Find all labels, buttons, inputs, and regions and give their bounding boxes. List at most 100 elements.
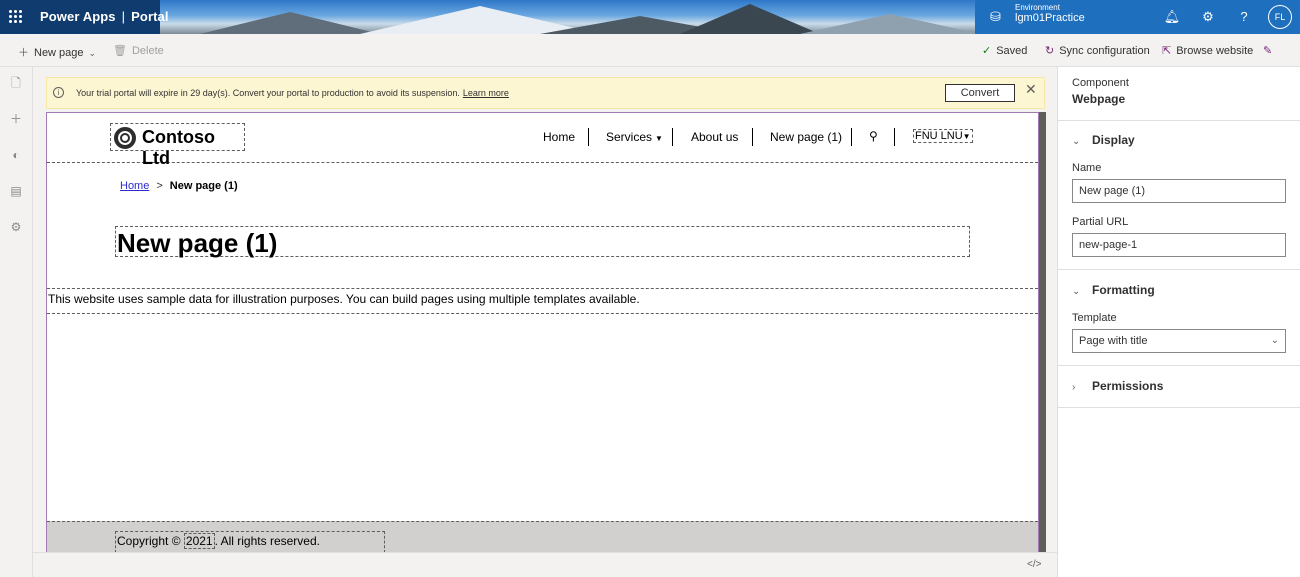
partial-url-label: Partial URL	[1072, 216, 1129, 228]
breadcrumb-separator: >	[156, 180, 163, 192]
name-label: Name	[1072, 162, 1102, 174]
learn-more-link[interactable]: Learn more	[463, 88, 509, 98]
name-field[interactable]: New page (1)	[1072, 179, 1286, 203]
permissions-section-toggle[interactable]: › Permissions	[1072, 379, 1163, 393]
caret-down-icon: ▼	[962, 132, 971, 141]
help-icon[interactable]: ?	[1235, 8, 1253, 26]
nav-divider	[588, 128, 589, 146]
nav-divider	[672, 128, 673, 146]
component-label: Component	[1072, 77, 1129, 89]
breadcrumb-home-link[interactable]: Home	[120, 180, 149, 192]
gear-icon[interactable]: ⚙	[1199, 8, 1217, 26]
title-separator: |	[121, 9, 126, 24]
feedback-icon[interactable]: ✎	[1263, 44, 1272, 57]
section-divider	[1058, 407, 1300, 408]
header-banner-image	[160, 0, 980, 34]
sample-text-section[interactable]: This website uses sample data for illust…	[47, 288, 1038, 314]
notifications-icon[interactable]: 🔔︎	[1163, 8, 1181, 26]
nav-home[interactable]: Home	[543, 130, 575, 144]
sync-icon: ↻	[1045, 45, 1055, 57]
browse-label: Browse website	[1176, 45, 1254, 57]
chevron-right-icon: ›	[1072, 382, 1076, 393]
environment-name[interactable]: lgm01Practice	[1015, 12, 1085, 24]
canvas-scrollbar[interactable]	[1039, 112, 1046, 552]
page-title: New page (1)	[117, 228, 278, 258]
themes-icon[interactable]: ◐	[9, 148, 23, 162]
component-value: Webpage	[1072, 92, 1126, 106]
nav-services[interactable]: Services ▼	[606, 130, 663, 144]
copyright-prefix: Copyright ©	[117, 534, 181, 548]
nav-services-label: Services	[606, 130, 653, 144]
display-heading: Display	[1092, 133, 1135, 147]
nav-divider	[894, 128, 895, 146]
command-bar: ＋ New page ⌄ 🗑︎ Delete ✓ Saved ↻ Sync configu…	[0, 34, 1300, 67]
section-divider	[1058, 269, 1300, 270]
copyright-suffix: . All rights reserved.	[214, 534, 320, 548]
open-external-icon: ⇱	[1162, 45, 1172, 57]
saved-status: ✓ Saved	[982, 44, 1027, 57]
browse-website-button[interactable]: ⇱ Browse website	[1162, 44, 1253, 57]
environment-label: Environment	[1015, 3, 1060, 12]
settings-icon[interactable]: ⚙	[9, 220, 23, 234]
sync-label: Sync configuration	[1059, 45, 1150, 57]
environment-icon[interactable]: ⛁	[990, 10, 1004, 24]
template-label: Template	[1072, 312, 1117, 324]
delete-button[interactable]: 🗑︎ Delete	[113, 44, 164, 57]
info-icon: i	[53, 87, 64, 98]
power-apps-portal-studio: Power Apps | Portal ⛁ Environment lgm01Pra…	[0, 0, 1300, 577]
new-page-label: New page	[34, 47, 84, 59]
formatting-heading: Formatting	[1092, 283, 1155, 297]
chevron-down-icon: ⌄	[1270, 335, 1279, 346]
add-component-icon[interactable]: ＋	[9, 112, 23, 126]
search-icon[interactable]: ⚲	[869, 129, 878, 143]
app-title: Power Apps | Portal	[40, 9, 169, 24]
site-footer[interactable]: Copyright © 2021. All rights reserved.	[47, 521, 1038, 553]
canvas-status-bar: </>	[33, 552, 1057, 577]
template-value: Page with title	[1079, 335, 1148, 347]
copyright-year: 2021	[183, 533, 215, 549]
logo-ring-icon	[114, 127, 136, 149]
top-header: Power Apps | Portal ⛁ Environment lgm01Pra…	[0, 0, 1300, 34]
breadcrumb-current: New page (1)	[169, 180, 238, 192]
partial-url-field[interactable]: new-page-1	[1072, 233, 1286, 257]
chevron-down-icon: ⌄	[1072, 136, 1081, 147]
copyright-text[interactable]: Copyright © 2021. All rights reserved.	[115, 531, 385, 553]
trial-message: Your trial portal will expire in 29 day(…	[76, 88, 509, 98]
nav-divider	[851, 128, 852, 146]
app-name: Power Apps	[40, 9, 116, 24]
section-divider	[1058, 120, 1300, 121]
trial-notice-banner: i Your trial portal will expire in 29 da…	[46, 77, 1045, 109]
site-header[interactable]: Contoso Ltd Home Services ▼ About us New …	[47, 113, 1038, 168]
trial-message-text: Your trial portal will expire in 29 day(…	[76, 88, 460, 98]
chevron-down-icon: ⌄	[88, 48, 97, 58]
pages-icon[interactable]: 🗋︎	[9, 76, 23, 90]
templates-icon[interactable]: ▤	[9, 184, 23, 198]
sync-configuration-button[interactable]: ↻ Sync configuration	[1045, 44, 1150, 57]
nav-new-page[interactable]: New page (1)	[770, 130, 842, 144]
user-menu[interactable]: FNU LNU▼	[913, 129, 973, 143]
trash-icon: 🗑︎	[113, 45, 127, 57]
new-page-button[interactable]: ＋ New page ⌄	[18, 44, 96, 60]
display-section-toggle[interactable]: ⌄ Display	[1072, 133, 1135, 147]
breadcrumb: Home > New page (1)	[120, 180, 238, 192]
caret-down-icon: ▼	[655, 134, 663, 143]
plus-icon: ＋	[18, 47, 29, 59]
section-name: Portal	[131, 9, 169, 24]
section-divider	[1058, 365, 1300, 366]
site-logo[interactable]: Contoso Ltd	[110, 123, 245, 168]
permissions-heading: Permissions	[1092, 379, 1164, 393]
nav-divider	[752, 128, 753, 146]
app-launcher-icon[interactable]	[9, 10, 23, 24]
logo-text: Contoso Ltd	[142, 127, 215, 168]
left-rail: 🗋︎ ＋ ◐ ▤ ⚙	[0, 67, 33, 577]
convert-button[interactable]: Convert	[945, 84, 1015, 102]
page-title-container[interactable]: New page (1)	[115, 226, 970, 258]
avatar[interactable]: FL	[1268, 5, 1292, 29]
code-editor-toggle[interactable]: </>	[1027, 559, 1041, 570]
user-name: FNU LNU	[915, 130, 963, 142]
template-select[interactable]: Page with title ⌄	[1072, 329, 1286, 353]
chevron-down-icon: ⌄	[1072, 286, 1081, 297]
formatting-section-toggle[interactable]: ⌄ Formatting	[1072, 283, 1155, 297]
nav-about-us[interactable]: About us	[691, 130, 738, 144]
close-icon[interactable]: ✕	[1025, 81, 1037, 98]
